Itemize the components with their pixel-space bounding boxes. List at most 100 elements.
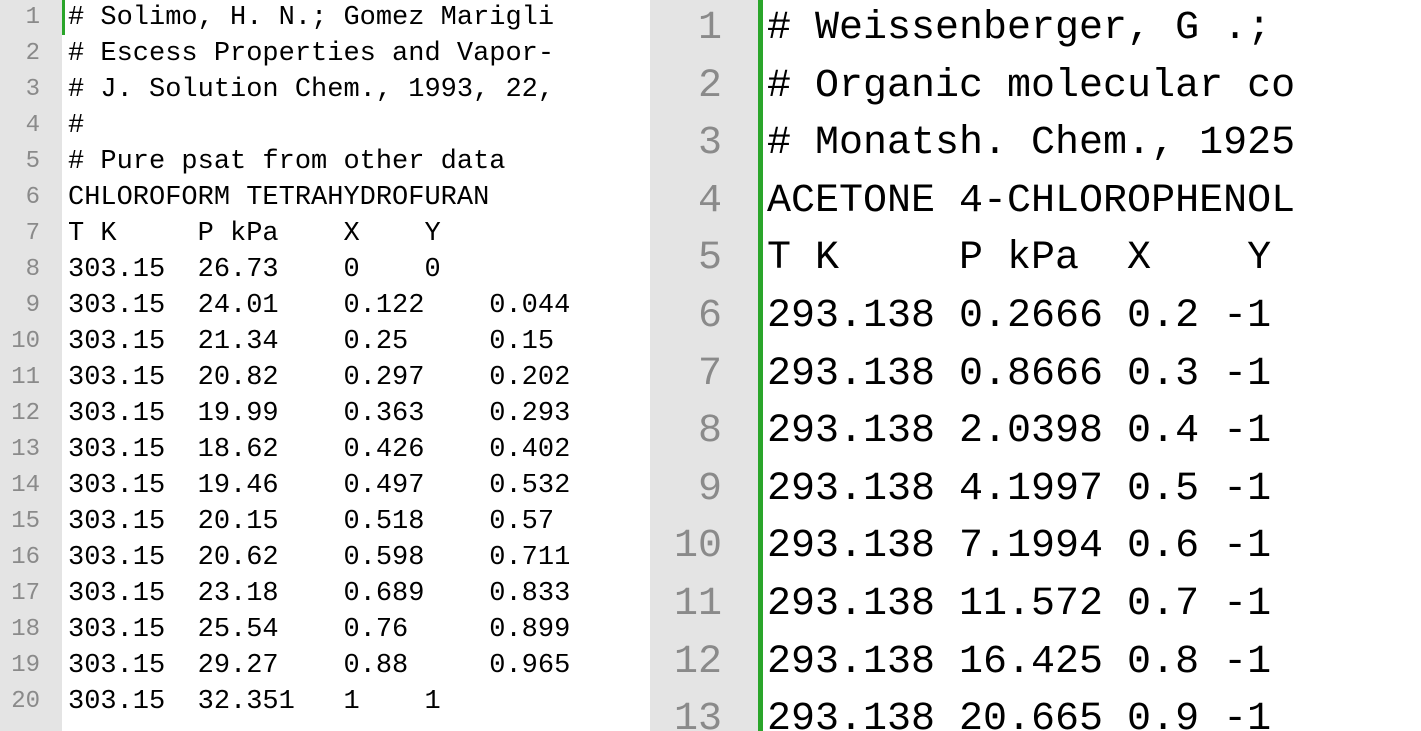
line-text[interactable]: 303.15 26.73 0 0 <box>68 252 441 288</box>
editor-line[interactable]: 11 303.15 20.82 0.297 0.202 <box>0 360 650 396</box>
editor-line[interactable]: 13 303.15 18.62 0.426 0.402 <box>0 432 650 468</box>
line-number: 11 <box>673 582 722 627</box>
editor-line[interactable]: 14 303.15 19.46 0.497 0.532 <box>0 468 650 504</box>
editor-line[interactable]: 2 # Organic molecular co <box>650 58 1421 116</box>
line-text[interactable]: 303.15 18.62 0.426 0.402 <box>68 432 570 468</box>
line-number: 9 <box>25 292 40 319</box>
editor-line[interactable]: 7 293.138 0.8666 0.3 -1 <box>650 346 1421 404</box>
line-number: 5 <box>697 236 722 282</box>
editor-line[interactable]: 12 293.138 16.425 0.8 -1 <box>650 634 1421 692</box>
line-number: 14 <box>11 472 40 499</box>
line-text[interactable]: CHLOROFORM TETRAHYDROFURAN <box>68 180 489 216</box>
line-number: 6 <box>25 184 40 211</box>
line-number: 17 <box>11 580 40 607</box>
line-text[interactable]: 293.138 20.665 0.9 -1 <box>767 691 1271 731</box>
editor-line[interactable]: 4 ACETONE 4-CHLOROPHENOL <box>650 173 1421 231</box>
editor-line[interactable]: 2 # Escess Properties and Vapor- <box>0 36 650 72</box>
line-text[interactable]: 293.138 0.8666 0.3 -1 <box>767 346 1271 404</box>
line-number: 10 <box>673 524 722 570</box>
editor-line[interactable]: 15 303.15 20.15 0.518 0.57 <box>0 504 650 540</box>
editor-line[interactable]: 16 303.15 20.62 0.598 0.711 <box>0 540 650 576</box>
line-number: 8 <box>697 409 722 455</box>
right-editor-pane[interactable]: 1 # Weissenberger, G .; 2 # Organic molecul… <box>650 0 1421 731</box>
line-text[interactable]: # <box>68 108 84 144</box>
editor-line[interactable]: 19 303.15 29.27 0.88 0.965 <box>0 648 650 684</box>
line-number: 9 <box>697 466 722 512</box>
editor-line[interactable]: 8 303.15 26.73 0 0 <box>0 252 650 288</box>
line-text[interactable]: ACETONE 4-CHLOROPHENOL <box>767 173 1295 231</box>
editor-line[interactable]: 10 303.15 21.34 0.25 0.15 <box>0 324 650 360</box>
line-text[interactable]: # Weissenberger, G .; <box>767 0 1271 58</box>
line-text[interactable]: 303.15 19.46 0.497 0.532 <box>68 468 570 504</box>
line-text[interactable]: 303.15 19.99 0.363 0.293 <box>68 396 570 432</box>
line-number: 6 <box>697 294 722 339</box>
editor-line[interactable]: 18 303.15 25.54 0.76 0.899 <box>0 612 650 648</box>
line-number: 1 <box>697 6 722 51</box>
editor-line[interactable]: 5 # Pure psat from other data <box>0 144 650 180</box>
line-text[interactable]: 293.138 16.425 0.8 -1 <box>767 634 1271 692</box>
line-text[interactable]: # Organic molecular co <box>767 58 1295 116</box>
editor-line[interactable]: 9 293.138 4.1997 0.5 -1 <box>650 461 1421 519</box>
line-number: 4 <box>697 178 722 224</box>
editor-line[interactable]: 5 T K P kPa X Y <box>650 230 1421 288</box>
line-text[interactable]: 293.138 0.2666 0.2 -1 <box>767 288 1271 346</box>
editor-line[interactable]: 13 293.138 20.665 0.9 -1 <box>650 691 1421 731</box>
editor-line[interactable]: 3 # J. Solution Chem., 1993, 22, <box>0 72 650 108</box>
line-number: 2 <box>25 40 40 67</box>
line-text[interactable]: 303.15 21.34 0.25 0.15 <box>68 324 554 360</box>
editor-line[interactable]: 10 293.138 7.1994 0.6 -1 <box>650 518 1421 576</box>
line-number: 20 <box>11 688 40 715</box>
line-text[interactable]: # Escess Properties and Vapor- <box>68 36 554 72</box>
line-number: 1 <box>25 4 40 31</box>
editor-line[interactable]: 7 T K P kPa X Y <box>0 216 650 252</box>
editor-line[interactable]: 12 303.15 19.99 0.363 0.293 <box>0 396 650 432</box>
line-text[interactable]: # J. Solution Chem., 1993, 22, <box>68 72 554 108</box>
line-text[interactable]: 293.138 7.1994 0.6 -1 <box>767 518 1271 576</box>
line-number: 3 <box>697 121 722 167</box>
line-text[interactable]: 303.15 25.54 0.76 0.899 <box>68 612 570 648</box>
line-number: 8 <box>25 256 40 283</box>
line-text[interactable]: T K P kPa X Y <box>767 230 1271 288</box>
line-number: 12 <box>11 400 40 427</box>
editor-line[interactable]: 6 293.138 0.2666 0.2 -1 <box>650 288 1421 346</box>
left-editor-pane[interactable]: 1 # Solimo, H. N.; Gomez Marigli 2 # Escess… <box>0 0 650 731</box>
line-text[interactable]: 293.138 4.1997 0.5 -1 <box>767 461 1271 519</box>
editor-line[interactable]: 3 # Monatsh. Chem., 1925 <box>650 115 1421 173</box>
line-number: 5 <box>25 148 40 175</box>
line-number: 4 <box>25 112 40 139</box>
editor-line[interactable]: 1 # Solimo, H. N.; Gomez Marigli <box>0 0 650 36</box>
line-number: 11 <box>11 364 40 391</box>
line-number: 2 <box>697 63 722 109</box>
editor-line[interactable]: 8 293.138 2.0398 0.4 -1 <box>650 403 1421 461</box>
line-text[interactable]: 303.15 32.351 1 1 <box>68 684 441 720</box>
line-text[interactable]: 303.15 20.82 0.297 0.202 <box>68 360 570 396</box>
line-number: 19 <box>11 652 40 679</box>
line-text[interactable]: 303.15 20.62 0.598 0.711 <box>68 540 570 576</box>
line-text[interactable]: 303.15 24.01 0.122 0.044 <box>68 288 570 324</box>
editor-line[interactable]: 9 303.15 24.01 0.122 0.044 <box>0 288 650 324</box>
editor-line[interactable]: 4 # <box>0 108 650 144</box>
line-text[interactable]: 293.138 2.0398 0.4 -1 <box>767 403 1271 461</box>
line-number: 7 <box>25 220 40 247</box>
line-number: 3 <box>25 76 40 103</box>
line-text[interactable]: # Solimo, H. N.; Gomez Marigli <box>68 0 554 36</box>
line-number: 12 <box>673 639 722 685</box>
line-number: 18 <box>11 616 40 643</box>
editor-line[interactable]: 11 293.138 11.572 0.7 -1 <box>650 576 1421 634</box>
line-text[interactable]: 303.15 29.27 0.88 0.965 <box>68 648 570 684</box>
line-text[interactable]: # Pure psat from other data <box>68 144 505 180</box>
line-text[interactable]: 303.15 20.15 0.518 0.57 <box>68 504 554 540</box>
line-number: 13 <box>11 436 40 463</box>
line-text[interactable]: # Monatsh. Chem., 1925 <box>767 115 1295 173</box>
line-text[interactable]: 303.15 23.18 0.689 0.833 <box>68 576 570 612</box>
editor-line[interactable]: 6 CHLOROFORM TETRAHYDROFURAN <box>0 180 650 216</box>
line-number: 10 <box>11 328 40 355</box>
line-number: 15 <box>11 508 40 535</box>
line-number: 16 <box>11 544 40 571</box>
line-text[interactable]: T K P kPa X Y <box>68 216 441 252</box>
line-text[interactable]: 293.138 11.572 0.7 -1 <box>767 576 1271 634</box>
editor-line[interactable]: 20 303.15 32.351 1 1 <box>0 684 650 720</box>
editor-line[interactable]: 17 303.15 23.18 0.689 0.833 <box>0 576 650 612</box>
line-number: 13 <box>673 697 722 731</box>
editor-line[interactable]: 1 # Weissenberger, G .; <box>650 0 1421 58</box>
